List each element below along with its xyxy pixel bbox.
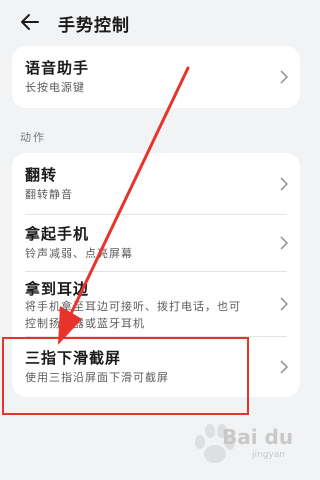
chevron-right-icon xyxy=(280,360,289,374)
voice-assistant-subtitle: 长按电源键 xyxy=(25,81,85,94)
raise-to-ear-subtitle-line2: 控制扬声器或蓝牙耳机 xyxy=(25,317,145,330)
chevron-right-icon xyxy=(280,70,289,84)
section-label-actions: 动作 xyxy=(20,131,46,144)
top-bar: 手势控制 xyxy=(0,0,310,44)
watermark-subtext: jingyan xyxy=(252,450,285,460)
voice-assistant-card: 语音助手 长按电源键 xyxy=(12,46,300,108)
voice-assistant-title: 语音助手 xyxy=(25,59,90,77)
chevron-right-icon xyxy=(280,297,289,311)
raise-to-ear-title: 拿到耳边 xyxy=(25,280,90,298)
annotation-highlight-box xyxy=(2,337,249,415)
flip-row[interactable]: 翻转 翻转静音 xyxy=(12,153,300,214)
back-arrow-icon[interactable] xyxy=(18,10,42,34)
voice-assistant-row[interactable]: 语音助手 长按电源键 xyxy=(12,46,300,108)
chevron-right-icon xyxy=(280,177,289,191)
raise-to-ear-subtitle-line1: 将手机拿至耳边可接听、拨打电话，也可 xyxy=(25,300,241,313)
raise-to-ear-row[interactable]: 拿到耳边 将手机拿至耳边可接听、拨打电话，也可 控制扬声器或蓝牙耳机 xyxy=(12,272,300,336)
chevron-right-icon xyxy=(280,236,289,250)
pick-up-subtitle: 铃声减弱、点亮屏幕 xyxy=(25,247,133,260)
pick-up-row[interactable]: 拿起手机 铃声减弱、点亮屏幕 xyxy=(12,215,300,271)
watermark-text: Bai du xyxy=(222,425,294,449)
flip-title: 翻转 xyxy=(25,166,58,184)
page-title: 手势控制 xyxy=(58,16,130,36)
flip-subtitle: 翻转静音 xyxy=(25,188,73,201)
pick-up-title: 拿起手机 xyxy=(25,225,90,243)
